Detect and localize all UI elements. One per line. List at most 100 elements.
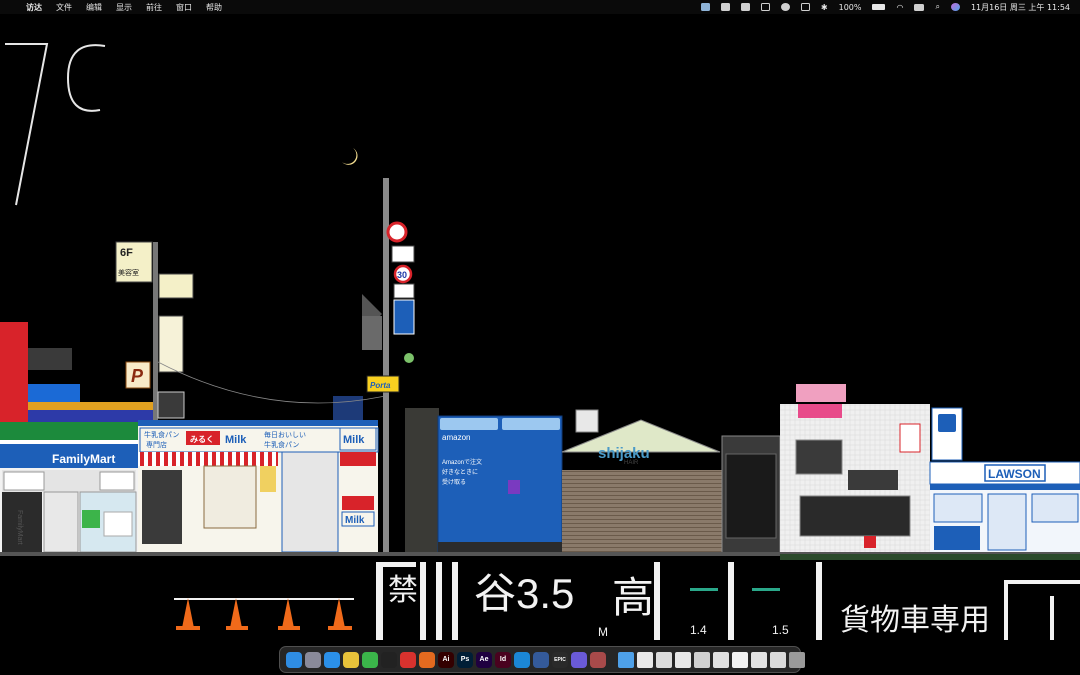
hair-salon: shijaku HAIR bbox=[561, 419, 722, 554]
menu-edit[interactable]: 编辑 bbox=[86, 2, 102, 13]
app-menu-finder[interactable]: 访达 bbox=[26, 2, 42, 13]
familymart-logo: FamilyMart bbox=[52, 452, 115, 466]
orange-stripe bbox=[28, 402, 153, 410]
status-app-icon-3[interactable] bbox=[740, 3, 750, 11]
wifi-icon[interactable]: ◠ bbox=[896, 3, 903, 12]
netease-music-icon[interactable] bbox=[400, 651, 416, 668]
bluetooth-icon[interactable]: ✱ bbox=[821, 3, 828, 12]
input-method-icon[interactable] bbox=[800, 3, 810, 11]
doc-thumb-3-icon[interactable] bbox=[675, 651, 691, 668]
clock[interactable]: 11月16日 周三 上午 11:54 bbox=[971, 2, 1070, 13]
familymart-side-logo: FamilyMart bbox=[16, 510, 23, 545]
spotlight-search-icon[interactable]: ⌕ bbox=[935, 2, 939, 12]
status-display-icon[interactable] bbox=[760, 3, 770, 11]
small-poster bbox=[157, 391, 185, 419]
doc-thumb-2-icon[interactable] bbox=[656, 651, 672, 668]
notice-board bbox=[158, 315, 184, 373]
menu-go[interactable]: 前往 bbox=[146, 2, 162, 13]
pedestrian-sign bbox=[393, 299, 415, 335]
dark-block bbox=[28, 348, 72, 370]
fence-strip bbox=[780, 554, 1080, 560]
milk-bakery: 牛乳食パン 専門店 みるく Milk 毎日おいしい 牛乳食パン Milk Mil… bbox=[138, 420, 379, 553]
app-orange-icon[interactable] bbox=[419, 651, 435, 668]
salon-sign-text: 美容室 bbox=[118, 268, 139, 277]
finder-icon[interactable] bbox=[286, 651, 302, 668]
blue-block bbox=[28, 384, 80, 402]
blue-grid-panel bbox=[333, 396, 363, 420]
hair-salon-sub: HAIR bbox=[624, 460, 639, 466]
qq-icon[interactable] bbox=[381, 651, 397, 668]
atm-sign-logo bbox=[938, 414, 956, 432]
dark-wall bbox=[405, 408, 439, 552]
after-effects-icon[interactable]: Ae bbox=[476, 651, 492, 668]
red-building bbox=[0, 322, 28, 422]
status-app-icon-1[interactable] bbox=[700, 3, 710, 11]
wechat-icon[interactable] bbox=[362, 651, 378, 668]
battery-percent: 100% bbox=[838, 2, 862, 12]
battery-icon[interactable] bbox=[872, 4, 886, 10]
status-app-icon-2[interactable] bbox=[720, 3, 730, 11]
milk-shop-line2: 専門店 bbox=[146, 440, 167, 449]
milk-badge: みるく bbox=[190, 435, 214, 444]
menu-view[interactable]: 显示 bbox=[116, 2, 132, 13]
tile-building bbox=[780, 384, 930, 554]
amazon-logo: amazon bbox=[442, 433, 470, 442]
menu-file[interactable]: 文件 bbox=[56, 2, 72, 13]
hours-sign bbox=[158, 273, 194, 299]
salon-sign-6f: 6F bbox=[120, 247, 133, 259]
road-text-kin: 禁 bbox=[388, 574, 418, 607]
speed-time-sign bbox=[393, 283, 415, 299]
amazon-text-1: Amazonで注文 bbox=[442, 458, 482, 466]
milk-word: Milk bbox=[225, 434, 247, 446]
doc-thumb-7-icon[interactable] bbox=[751, 651, 767, 668]
safari-icon[interactable] bbox=[324, 651, 340, 668]
edge-icon[interactable] bbox=[514, 651, 530, 668]
chrome-icon[interactable] bbox=[343, 651, 359, 668]
doc-thumb-5-icon[interactable] bbox=[713, 651, 729, 668]
temperature-digit-seven bbox=[5, 43, 49, 206]
no-trucks-sign bbox=[386, 221, 408, 243]
menu-help[interactable]: 帮助 bbox=[206, 2, 222, 13]
lawson-logo: LAWSON bbox=[988, 467, 1041, 481]
control-center-icon[interactable] bbox=[914, 3, 925, 11]
doc-thumb-8-icon[interactable] bbox=[770, 651, 786, 668]
milk-side-sign: Milk bbox=[343, 434, 365, 446]
doc-thumb-4-icon[interactable] bbox=[694, 651, 710, 668]
lawson-store: LAWSON bbox=[929, 461, 1080, 554]
folder-icon[interactable] bbox=[618, 651, 634, 668]
app-red-icon[interactable] bbox=[590, 651, 606, 668]
vending-booth bbox=[721, 435, 781, 555]
siri-icon[interactable] bbox=[950, 3, 960, 11]
porta-sign-text: Porta bbox=[370, 381, 391, 390]
height-14: 1.4 bbox=[690, 623, 707, 637]
moon-icon bbox=[342, 148, 358, 165]
navy-stripe bbox=[28, 410, 153, 422]
doc-thumb-6-icon[interactable] bbox=[732, 651, 748, 668]
app-purple-icon[interactable] bbox=[571, 651, 587, 668]
grey-panel bbox=[362, 316, 382, 350]
wechat-status-icon[interactable] bbox=[780, 3, 790, 11]
street-lamp bbox=[404, 353, 414, 363]
menu-bar: 访达 文件 编辑 显示 前往 窗口 帮助 ✱ 100% ◠ ⌕ 11月16日 周… bbox=[0, 0, 1080, 14]
indesign-icon[interactable]: Id bbox=[495, 651, 511, 668]
ac-unit bbox=[575, 409, 599, 433]
temperature-widget[interactable]: 7 c bbox=[0, 14, 106, 206]
app-blue-icon[interactable] bbox=[533, 651, 549, 668]
epic-games-icon[interactable]: EPIC bbox=[552, 651, 568, 668]
speed-limit-value: 30 bbox=[397, 270, 407, 280]
amazon-text-3: 受け取る bbox=[442, 478, 466, 486]
amazon-locker: amazon Amazonで注文 好きなときに 受け取る bbox=[437, 415, 563, 553]
trash-icon[interactable] bbox=[789, 651, 805, 668]
parking-p-letter: P bbox=[131, 366, 144, 386]
dock: Ai Ps Ae Id EPIC bbox=[279, 646, 805, 673]
road-markings: 禁 谷3.5 M 高 1.4 1.5 貨物車専用 bbox=[174, 562, 1080, 640]
launchpad-icon[interactable] bbox=[305, 651, 321, 668]
illustrator-icon[interactable]: Ai bbox=[438, 651, 454, 668]
photoshop-icon[interactable]: Ps bbox=[457, 651, 473, 668]
milk-side-sign-2: Milk bbox=[345, 515, 365, 526]
height-15: 1.5 bbox=[772, 623, 789, 637]
doc-thumb-1-icon[interactable] bbox=[637, 651, 653, 668]
menu-window[interactable]: 窗口 bbox=[176, 2, 192, 13]
desktop-wallpaper: 7 c 6F 美容室 P FamilyMart FamilyMart bbox=[0, 14, 1080, 640]
familymart-store: FamilyMart FamilyMart bbox=[0, 422, 138, 553]
